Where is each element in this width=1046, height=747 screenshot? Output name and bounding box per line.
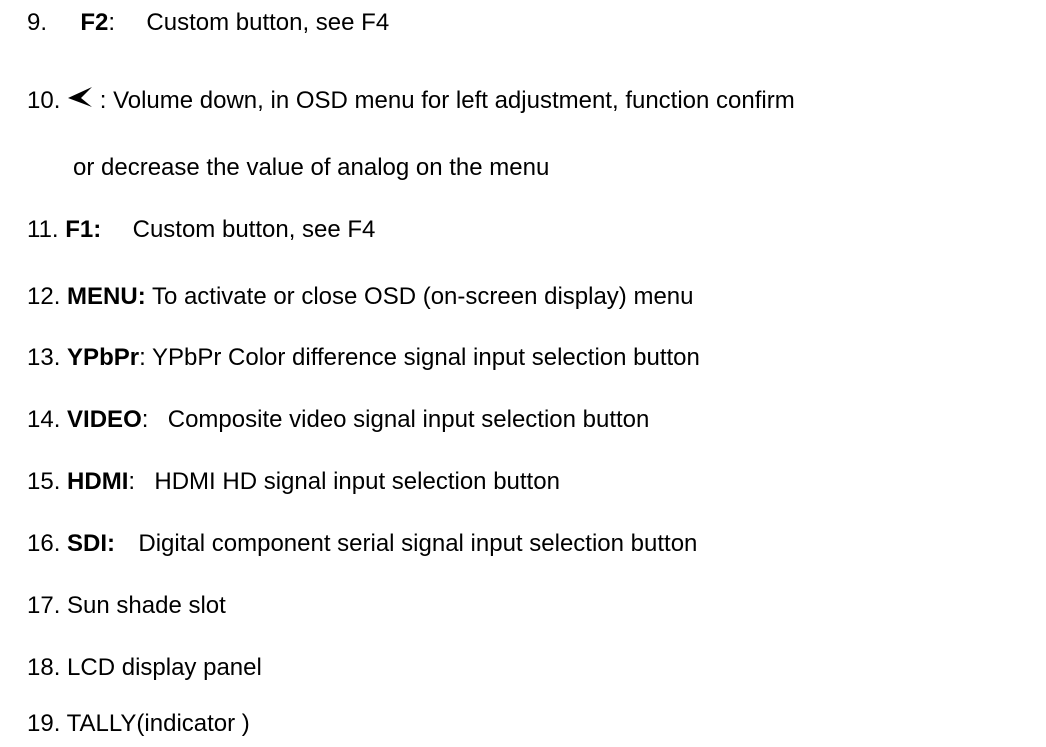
item-description: Sun shade slot [67,592,226,619]
item-number: 16. [27,530,61,557]
item-separator: : [128,468,136,495]
list-item-13: 13. YPbPr: YPbPr Color difference signal… [27,343,700,373]
button-key-ypbpr: YPbPr [67,344,140,371]
item-number: 15. [27,468,61,495]
item-separator: : [99,87,107,114]
item-description: To activate or close OSD (on-screen disp… [151,283,694,310]
item-number: 10. [27,87,61,114]
list-item-10-continuation: or decrease the value of analog on the m… [73,153,549,183]
item-separator: : [108,9,116,36]
item-number: 19. [27,710,61,737]
button-key-hdmi: HDMI [67,468,129,495]
item-separator: : [141,406,149,433]
list-item-12: 12. MENU: To activate or close OSD (on-s… [27,282,694,312]
list-item-19: 19. TALLY(indicator ) [27,709,250,739]
button-key-menu: MENU: [67,283,146,310]
list-item-15: 15. HDMI: HDMI HD signal input selection… [27,467,560,497]
item-description: Custom button, see F4 [146,9,390,36]
item-number: 11. [27,216,59,243]
item-description: Digital component serial signal input se… [138,530,698,557]
item-number: 17. [27,592,61,619]
item-description: TALLY(indicator ) [66,710,250,737]
item-description: LCD display panel [67,654,262,681]
list-item-11: 11. F1: Custom button, see F4 [27,215,375,245]
item-description: HDMI HD signal input selection button [154,468,560,495]
item-number: 12. [27,283,61,310]
item-separator: : [139,344,146,371]
item-description: Custom button, see F4 [132,216,376,243]
item-description: Composite video signal input selection b… [167,406,650,433]
left-arrow-icon [67,86,93,108]
button-key-video: VIDEO [67,406,142,433]
button-key-f1: F1: [65,216,102,243]
list-item-17: 17. Sun shade slot [27,591,226,621]
button-key-sdi: SDI: [67,530,116,557]
list-item-18: 18. LCD display panel [27,653,262,683]
item-description-continuation: or decrease the value of analog on the m… [73,154,550,181]
list-item-14: 14. VIDEO: Composite video signal input … [27,405,649,435]
manual-page: 9. F2: Custom button, see F4 10. : Volum… [0,0,1046,747]
item-number: 13. [27,344,61,371]
list-item-10: 10. : Volume down, in OSD menu for left … [27,86,795,116]
item-number: 18. [27,654,61,681]
item-description: Volume down, in OSD menu for left adjust… [113,87,795,114]
item-number: 9. [27,9,48,36]
list-item-16: 16. SDI: Digital component serial signal… [27,529,697,559]
list-item-9: 9. F2: Custom button, see F4 [27,8,389,38]
item-description: YPbPr Color difference signal input sele… [151,344,700,371]
item-number: 14. [27,406,61,433]
button-key-f2: F2 [80,9,109,36]
